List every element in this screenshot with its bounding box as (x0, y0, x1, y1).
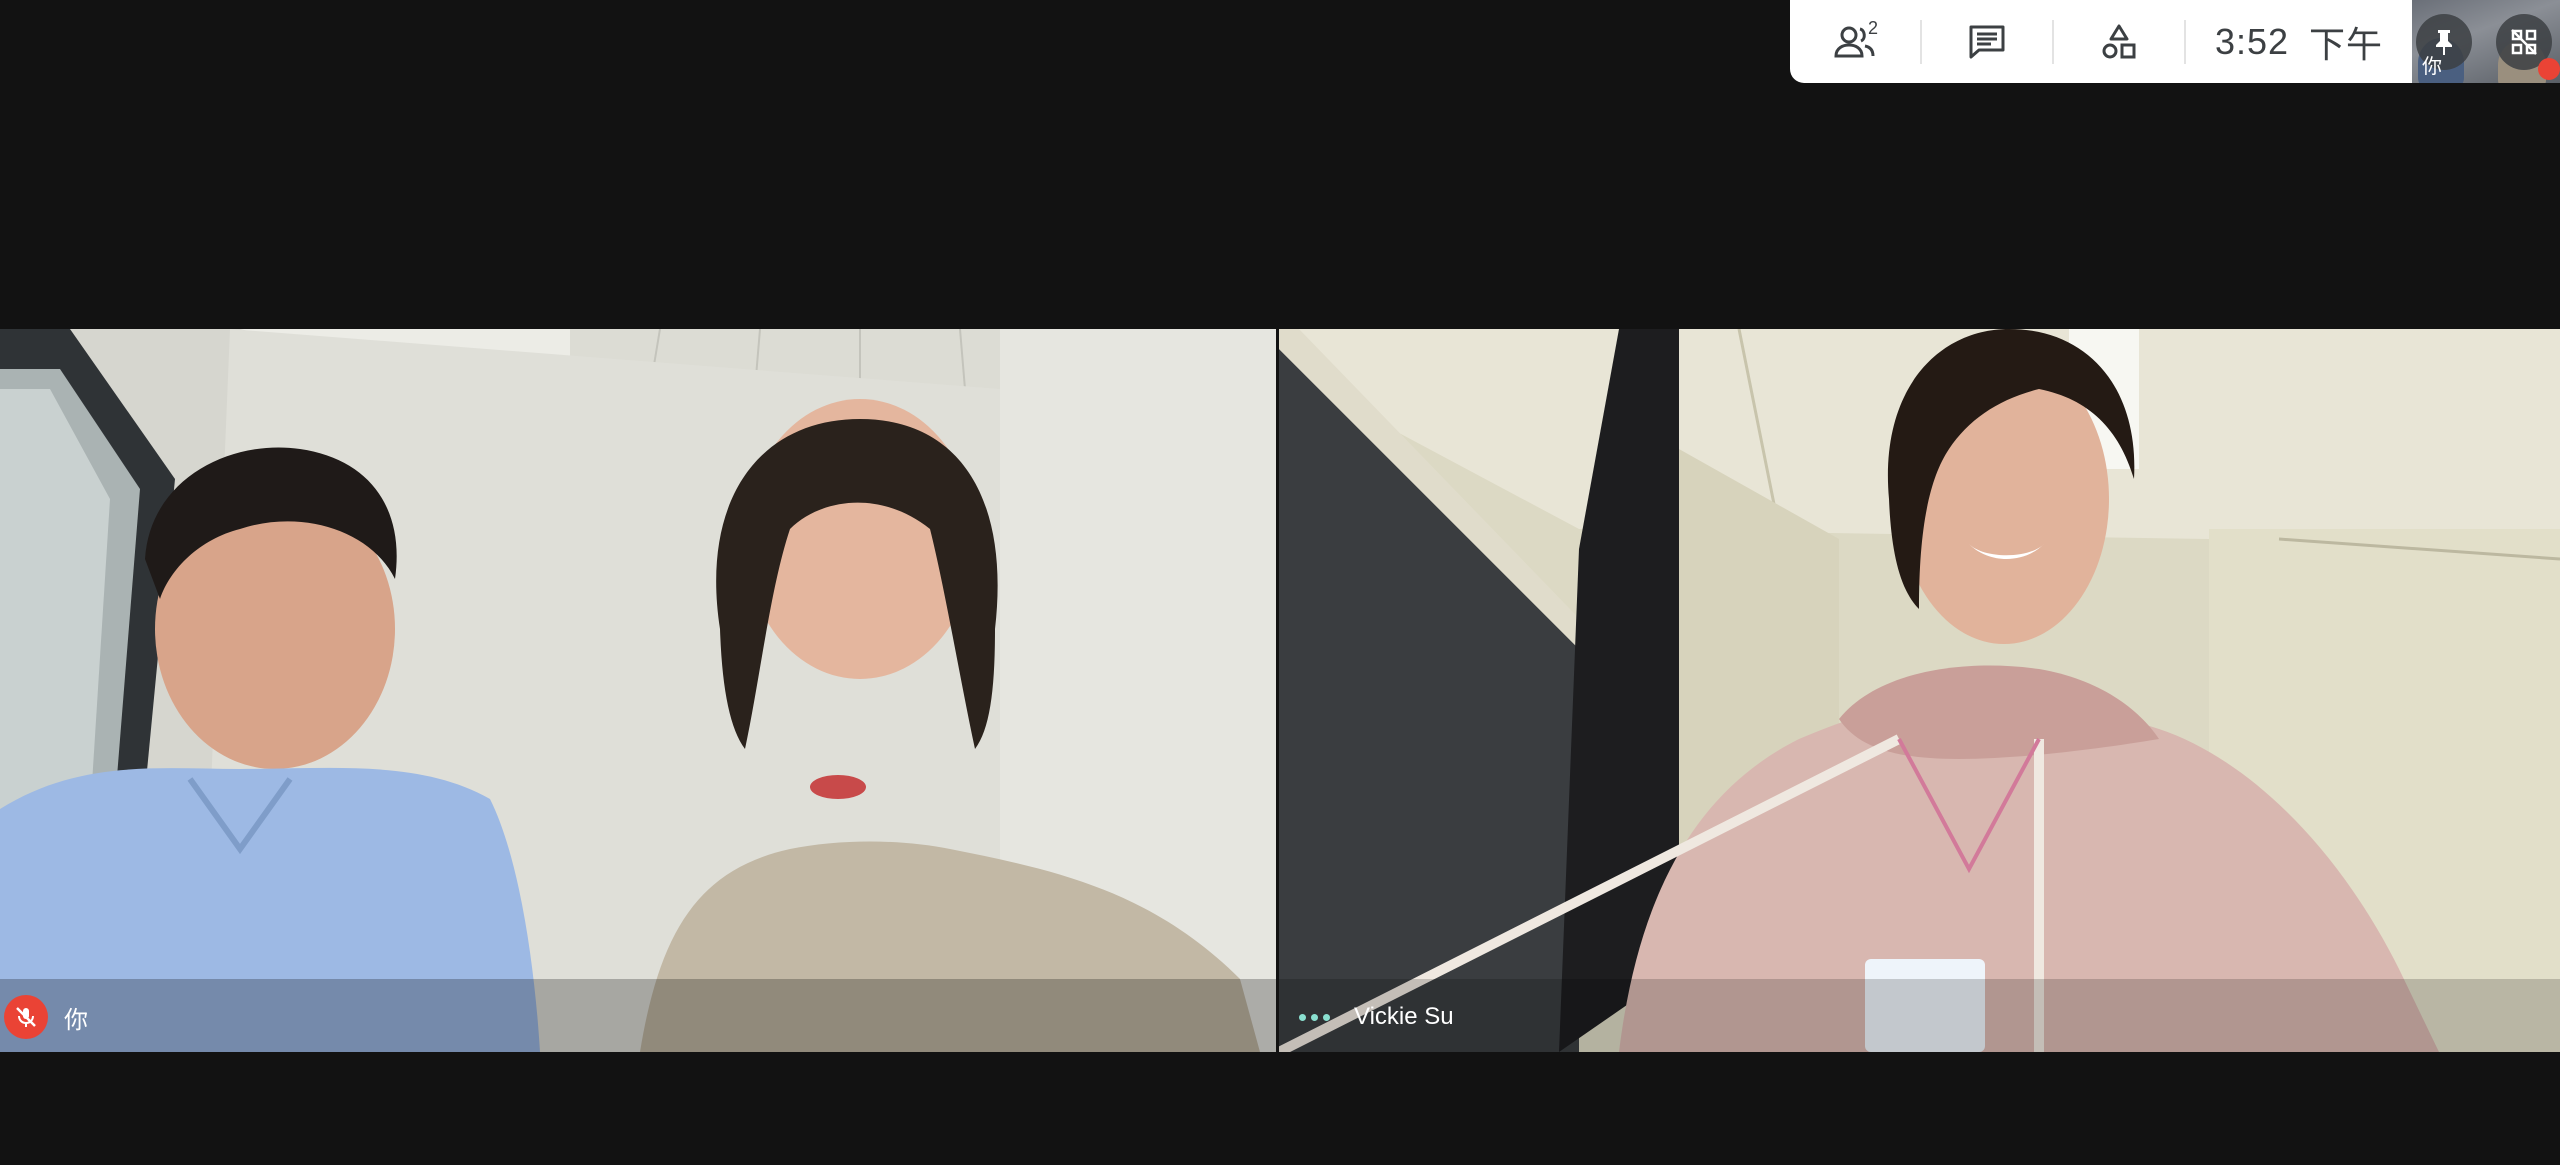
participant-name: Vickie Su (1354, 1003, 1454, 1030)
activities-button[interactable] (2054, 0, 2184, 83)
chat-icon (1969, 25, 2005, 58)
tile-name-row: Vickie Su (1279, 982, 1454, 1052)
video-tile-self[interactable]: 你 (0, 329, 1276, 1052)
video-tile-vickie-su[interactable]: Vickie Su (1279, 329, 2560, 1052)
participant-name: 你 (64, 1006, 88, 1034)
mic-off-icon (4, 995, 48, 1039)
participants-button[interactable]: 2 (1790, 0, 1920, 83)
grid-off-icon (2511, 29, 2537, 55)
self-view-thumbnail[interactable]: 你 (2412, 0, 2560, 83)
self-view-label: 你 (2422, 56, 2442, 78)
more-dots-icon (1299, 1013, 1330, 1021)
clock-time: 3:52 (2214, 20, 2290, 62)
chat-button[interactable] (1922, 0, 2052, 83)
mic-off-icon (2538, 58, 2560, 80)
participants-count: 2 (1868, 18, 1879, 38)
meeting-stage: 2 3:52 下午 你 你 Vickie Su (0, 0, 2560, 1165)
shapes-icon (2102, 24, 2136, 58)
top-control-bar: 2 3:52 下午 (1790, 0, 2412, 83)
clock: 3:52 下午 (2186, 0, 2412, 83)
video-feed-scene (1279, 329, 2560, 1052)
clock-period: 下午 (2309, 23, 2384, 65)
tile-name-row: 你 (0, 982, 88, 1052)
video-feed-scene (0, 329, 1276, 1052)
